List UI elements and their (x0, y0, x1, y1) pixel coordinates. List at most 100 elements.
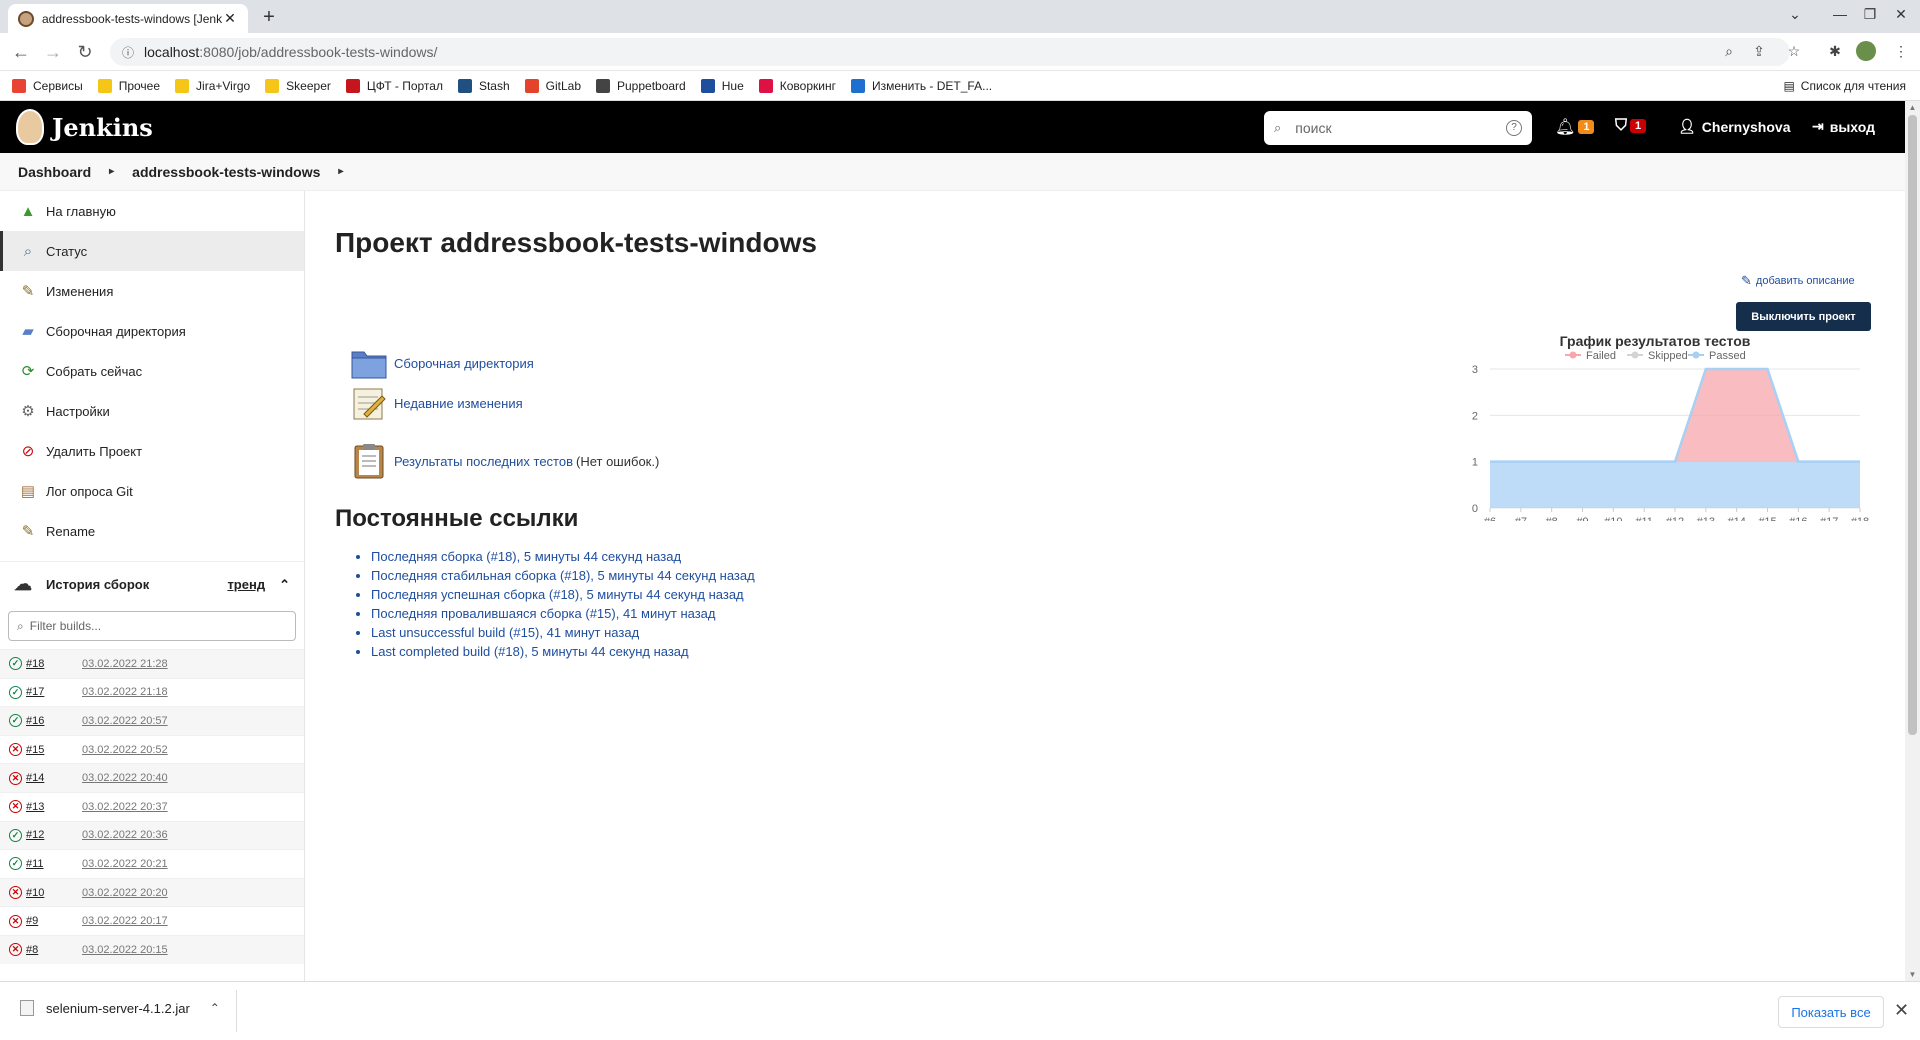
build-date-link[interactable]: 03.02.2022 20:21 (82, 858, 168, 870)
close-downloads-icon[interactable]: ✕ (1894, 1000, 1909, 1021)
sidebar-task[interactable]: ✎ Rename (0, 511, 304, 551)
build-number-link[interactable]: #16 (26, 715, 82, 727)
test-results-link[interactable]: Результаты последних тестов (394, 454, 573, 469)
help-icon[interactable]: ? (1506, 120, 1522, 136)
url-input[interactable]: ⓘ localhost:8080/job/addressbook-tests-w… (110, 38, 1790, 66)
sidebar-task[interactable]: ▰ Сборочная директория (0, 311, 304, 351)
build-date-link[interactable]: 03.02.2022 20:40 (82, 772, 168, 784)
build-number-link[interactable]: #12 (26, 829, 82, 841)
build-number-link[interactable]: #10 (26, 887, 82, 899)
permalink-link[interactable]: Last completed build (#18), 5 минуты 44 … (371, 644, 689, 659)
build-number-link[interactable]: #9 (26, 915, 82, 927)
show-all-button[interactable]: Показать все (1778, 996, 1884, 1028)
permalinks-list: Последняя сборка (#18), 5 минуты 44 секу… (371, 547, 755, 661)
new-tab-button[interactable]: + (258, 6, 280, 29)
user-link[interactable]: 👤︎ Chernyshova (1678, 118, 1790, 135)
bookmark-item[interactable]: Skeeper (265, 78, 331, 93)
build-date-link[interactable]: 03.02.2022 21:28 (82, 658, 168, 670)
build-number-link[interactable]: #8 (26, 944, 82, 956)
build-number-link[interactable]: #11 (26, 858, 82, 870)
bookmark-icon (457, 78, 472, 93)
logout-link[interactable]: ⇥ выход (1812, 118, 1875, 135)
bookmark-item[interactable]: Jira+Virgo (175, 78, 250, 93)
minimize-icon[interactable]: — (1825, 6, 1855, 22)
share-icon[interactable]: ⇪ (1750, 43, 1768, 60)
sidebar-task[interactable]: ⟳ Собрать сейчас (0, 351, 304, 391)
download-item[interactable]: selenium-server-4.1.2.jar ⌃ (20, 1000, 220, 1016)
bookmark-item[interactable]: ЦФТ - Портал (345, 78, 443, 93)
x-tick-label: #9 (1576, 516, 1588, 521)
chevron-right-icon[interactable]: ▸ (109, 166, 114, 177)
profile-avatar[interactable] (1856, 41, 1876, 61)
build-date-link[interactable]: 03.02.2022 20:57 (82, 715, 168, 727)
filter-builds-input[interactable]: ⌕ Filter builds... (8, 611, 296, 641)
sidebar-task[interactable]: ▲ На главную (0, 191, 304, 231)
x-tick-label: #10 (1604, 516, 1622, 521)
sidebar-task[interactable]: ⚙ Настройки (0, 391, 304, 431)
trend-link[interactable]: тренд (227, 577, 265, 592)
sidebar-task[interactable]: ⌕ Статус (0, 231, 304, 271)
site-info-icon[interactable]: ⓘ (122, 44, 134, 61)
collapse-chevron-icon[interactable]: ⌃ (279, 577, 290, 593)
extensions-icon[interactable]: ✱ (1826, 43, 1844, 60)
permalink-item: Последняя стабильная сборка (#18), 5 мин… (371, 566, 755, 585)
bookmark-item[interactable]: Stash (457, 78, 510, 93)
bookmark-item[interactable]: Hue (700, 78, 744, 93)
permalink-link[interactable]: Последняя стабильная сборка (#18), 5 мин… (371, 568, 755, 583)
chevron-right-icon[interactable]: ▸ (338, 166, 343, 177)
restore-icon[interactable]: ❐ (1855, 6, 1885, 23)
build-date-link[interactable]: 03.02.2022 20:17 (82, 915, 168, 927)
reading-list-button[interactable]: ▤ Список для чтения (1783, 79, 1906, 93)
sidebar-task[interactable]: ✎ Изменения (0, 271, 304, 311)
tab-title: addressbook-tests-windows [Jenkins] (42, 11, 222, 26)
close-window-icon[interactable]: ✕ (1886, 6, 1916, 23)
permalink-link[interactable]: Last unsuccessful build (#15), 41 минут … (371, 625, 639, 640)
build-number-link[interactable]: #13 (26, 801, 82, 813)
recent-changes-link[interactable]: Недавние изменения (394, 396, 523, 411)
sidebar-task[interactable]: ⊘ Удалить Проект (0, 431, 304, 471)
page-scrollbar[interactable]: ▲ ▼ (1905, 101, 1920, 981)
permalink-link[interactable]: Последняя сборка (#18), 5 минуты 44 секу… (371, 549, 681, 564)
build-date-link[interactable]: 03.02.2022 20:37 (82, 801, 168, 813)
bookmark-item[interactable]: Прочее (97, 78, 160, 93)
breadcrumb-job[interactable]: addressbook-tests-windows (132, 164, 320, 180)
bookmark-item[interactable]: GitLab (524, 78, 581, 93)
back-icon[interactable]: ← (10, 41, 32, 63)
security-button[interactable]: ⛉ 1 (1615, 117, 1647, 135)
workspace-link[interactable]: Сборочная директория (394, 356, 534, 371)
bookmark-item[interactable]: Puppetboard (596, 78, 686, 93)
build-date-link[interactable]: 03.02.2022 20:15 (82, 944, 168, 956)
scrollbar-thumb[interactable] (1908, 115, 1917, 735)
forward-icon[interactable]: → (42, 41, 64, 63)
scroll-down-icon[interactable]: ▼ (1905, 970, 1920, 979)
build-date-link[interactable]: 03.02.2022 20:36 (82, 829, 168, 841)
menu-icon[interactable]: ⋮ (1892, 43, 1910, 60)
bookmark-item[interactable]: Изменить - DET_FA... (850, 78, 992, 93)
permalink-link[interactable]: Последняя успешная сборка (#18), 5 минут… (371, 587, 744, 602)
tab-search-icon[interactable]: ⌄ (1780, 6, 1810, 23)
build-number-link[interactable]: #15 (26, 744, 82, 756)
build-number-link[interactable]: #14 (26, 772, 82, 784)
notifications-button[interactable]: 🔔︎ 1 (1555, 117, 1595, 137)
permalink-link[interactable]: Последняя провалившаяся сборка (#15), 41… (371, 606, 716, 621)
build-date-link[interactable]: 03.02.2022 20:52 (82, 744, 168, 756)
build-date-link[interactable]: 03.02.2022 20:20 (82, 887, 168, 899)
jenkins-logo[interactable]: Jenkins (16, 109, 153, 145)
close-tab-icon[interactable]: ✕ (222, 10, 238, 27)
sidebar-task[interactable]: ▤ Лог опроса Git (0, 471, 304, 511)
chevron-up-icon[interactable]: ⌃ (210, 1001, 220, 1015)
browser-tab[interactable]: addressbook-tests-windows [Jenkins] ✕ (8, 4, 248, 33)
bookmark-star-icon[interactable]: ☆ (1785, 43, 1803, 60)
zoom-icon[interactable]: ⌕ (1720, 43, 1738, 60)
build-number-link[interactable]: #18 (26, 658, 82, 670)
reload-icon[interactable]: ↻ (74, 41, 96, 63)
success-status-icon: ✓ (9, 657, 22, 671)
scroll-up-icon[interactable]: ▲ (1905, 103, 1920, 112)
build-number-link[interactable]: #17 (26, 686, 82, 698)
bookmark-item[interactable]: Коворкинг (758, 78, 836, 93)
breadcrumb-dashboard[interactable]: Dashboard (18, 164, 91, 180)
build-date-link[interactable]: 03.02.2022 21:18 (82, 686, 168, 698)
search-input[interactable]: ⌕ поиск ? (1264, 111, 1532, 145)
bookmark-item[interactable]: Сервисы (12, 78, 83, 93)
x-tick-label: #17 (1820, 516, 1838, 521)
